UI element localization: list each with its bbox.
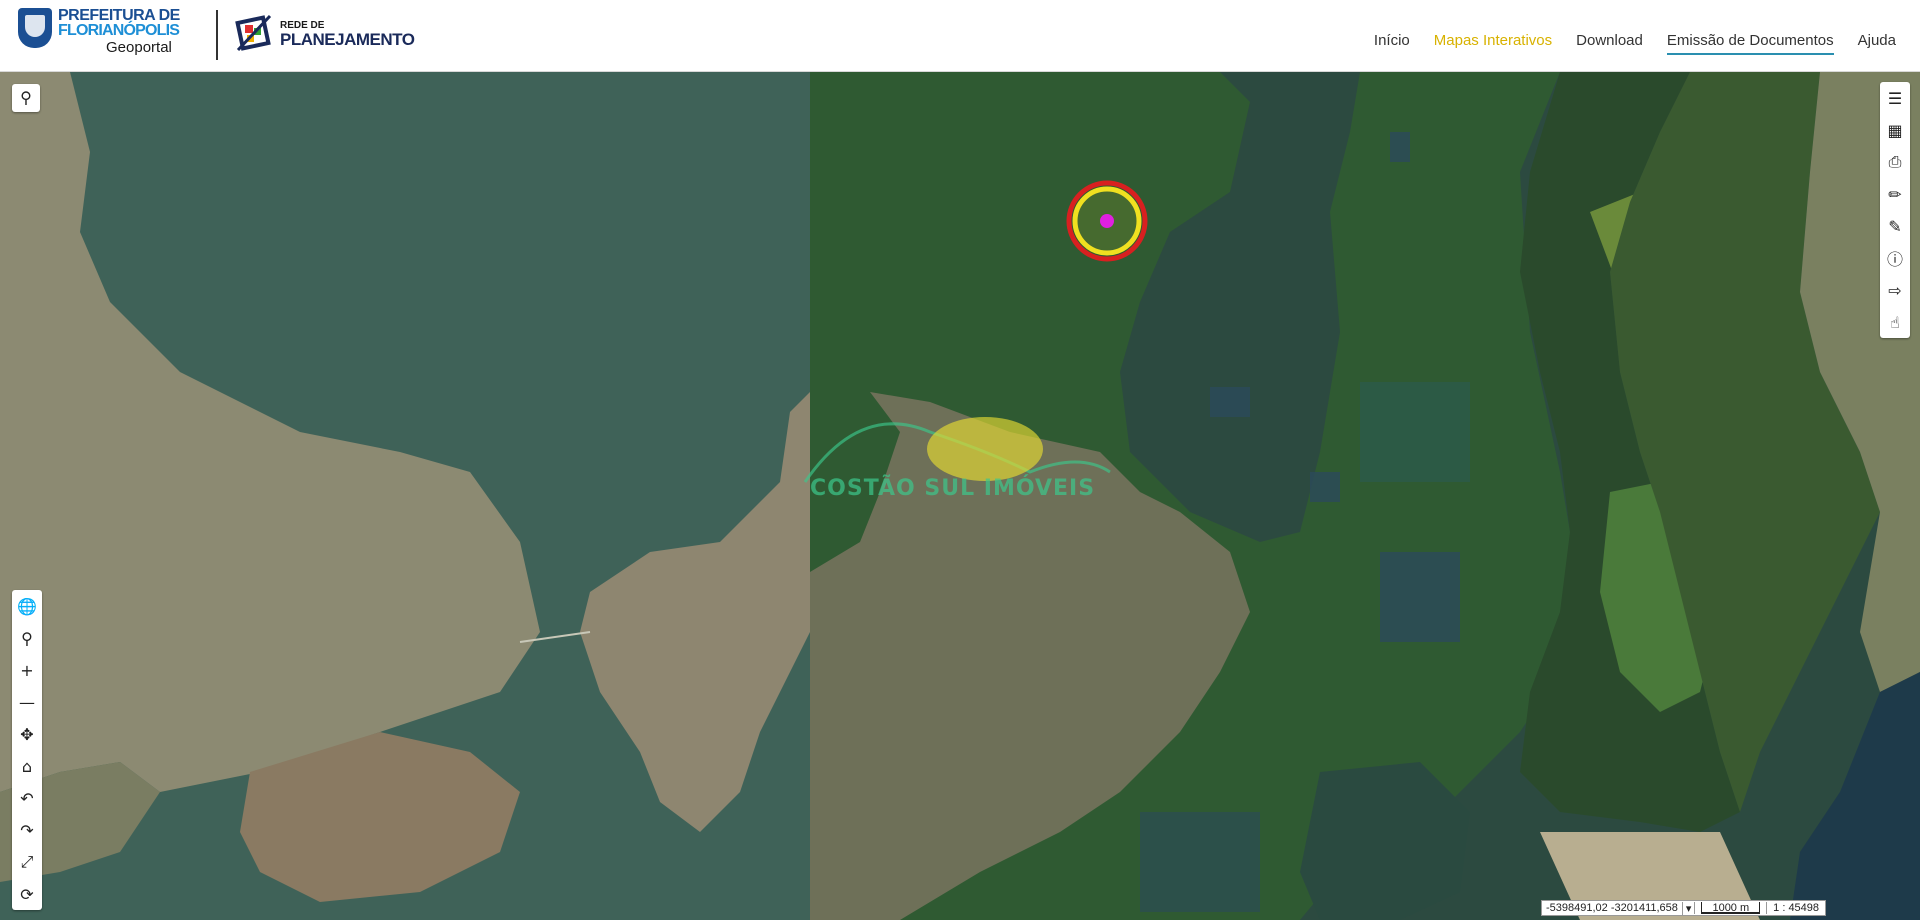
coordinate-readout: -5398491,02 -3201411,658 <box>1546 902 1678 914</box>
map-toolbar-left: 🌐 ⚲ + — ✥ ⌂ ↶ ↷ ⤢ ⟳ <box>12 590 42 910</box>
status-bar: -5398491,02 -3201411,658 ▾ 1000 m 1 : 45… <box>1541 900 1827 916</box>
scale-bar-label: 1000 m <box>1701 902 1761 914</box>
nav-inicio[interactable]: Início <box>1374 32 1410 55</box>
scale-bar: 1000 m <box>1694 902 1766 914</box>
pencil-icon[interactable]: ✎ <box>1880 210 1910 242</box>
hand-icon[interactable]: ☝ <box>1880 306 1910 338</box>
zoom-out-icon[interactable]: — <box>12 686 42 718</box>
header-divider <box>216 10 218 60</box>
export-icon[interactable]: ⇨ <box>1880 274 1910 306</box>
ruler-icon[interactable]: ✏ <box>1880 178 1910 210</box>
nav-emissao-documentos[interactable]: Emissão de Documentos <box>1666 32 1834 55</box>
nav-download[interactable]: Download <box>1576 32 1643 55</box>
logo-rede-line2: PLANEJAMENTO <box>280 30 415 49</box>
rede-planejamento-logo[interactable]: REDE DE PLANEJAMENTO <box>234 10 415 56</box>
print-icon[interactable]: ⎙ <box>1880 146 1910 178</box>
home-icon[interactable]: ⌂ <box>12 750 42 782</box>
info-icon[interactable]: ⓘ <box>1880 242 1910 274</box>
fullscreen-icon[interactable]: ⤢ <box>12 846 42 878</box>
globe-icon[interactable]: 🌐 <box>12 590 42 622</box>
zoom-area-icon[interactable]: ⚲ <box>12 622 42 654</box>
main-nav: Início Mapas Interativos Download Emissã… <box>1374 32 1920 55</box>
rede-planejamento-icon <box>234 10 274 56</box>
map-toolbar-right: ☰ ▦ ⎙ ✏ ✎ ⓘ ⇨ ☝ <box>1880 82 1910 338</box>
logo-pref-line2: FLORIANÓPOLIS <box>58 22 180 39</box>
logo-pref-line3: Geoportal <box>106 39 172 56</box>
top-bar: PREFEITURA DE FLORIANÓPOLIS Geoportal RE… <box>0 0 1920 72</box>
undo-icon[interactable]: ↶ <box>12 782 42 814</box>
logo-pref-line1: PREFEITURA DE <box>58 7 180 24</box>
zoom-in-icon[interactable]: + <box>12 654 42 686</box>
redo-icon[interactable]: ↷ <box>12 814 42 846</box>
prefeitura-logo[interactable]: PREFEITURA DE FLORIANÓPOLIS Geoportal <box>18 8 180 55</box>
rotate-icon[interactable]: ⟳ <box>12 878 42 910</box>
checker-icon[interactable]: ▦ <box>1880 114 1910 146</box>
layers-icon[interactable]: ☰ <box>1880 82 1910 114</box>
prefeitura-shield-icon <box>18 8 52 48</box>
map-canvas[interactable]: COSTÃO SUL IMÓVEIS <box>0 72 1920 920</box>
projection-dropdown-icon[interactable]: ▾ <box>1681 901 1695 915</box>
scale-ratio: 1 : 45498 <box>1766 902 1825 914</box>
search-icon[interactable]: ⚲ <box>12 84 40 112</box>
watermark-text: COSTÃO SUL IMÓVEIS <box>810 476 1096 501</box>
nav-ajuda[interactable]: Ajuda <box>1858 32 1896 55</box>
nav-mapas-interativos[interactable]: Mapas Interativos <box>1434 32 1552 55</box>
pan-icon[interactable]: ✥ <box>12 718 42 750</box>
